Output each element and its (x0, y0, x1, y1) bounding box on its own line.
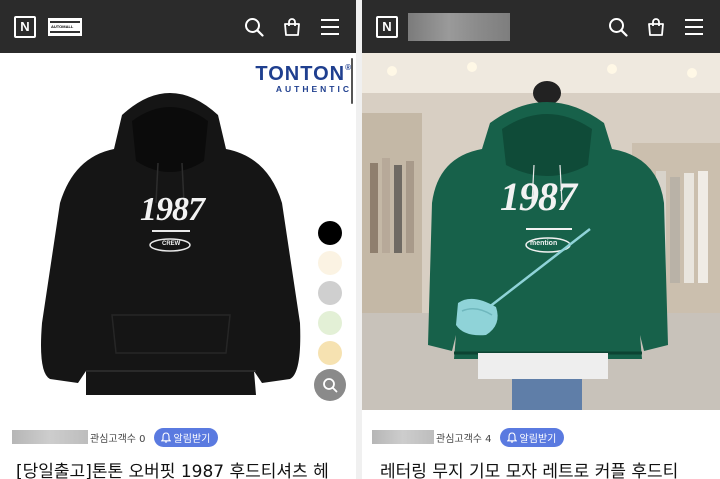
right-product-card[interactable]: N 1987 mention 관심고객수 4 알림받기 레터링 무지 기모 모자… (362, 0, 720, 479)
black-hoodie-image (41, 93, 301, 395)
swatch-cream[interactable] (318, 251, 342, 275)
swatch-gray[interactable] (318, 281, 342, 305)
interest-count: 관심고객수 0 (90, 433, 146, 445)
store-logo-text: AUTOMALL (51, 23, 74, 29)
brand-name: TONTON (255, 63, 346, 85)
right-product-image[interactable]: 1987 mention (362, 53, 720, 410)
zoom-icon (323, 378, 338, 393)
left-product-card[interactable]: N AUTOMALL 1987 CREW TONTON® AUTHENTIC 관… (0, 0, 356, 479)
search-icon[interactable] (608, 17, 628, 37)
right-header: N (362, 0, 720, 53)
header-actions (244, 17, 340, 37)
left-header: N AUTOMALL (0, 0, 356, 53)
brand-logo: TONTON® AUTHENTIC (255, 63, 352, 94)
scrollbar[interactable] (351, 58, 353, 104)
notify-label: 알림받기 (173, 433, 211, 445)
interest-count: 관심고객수 4 (436, 433, 492, 445)
color-swatches (318, 221, 342, 371)
naver-logo[interactable]: N (376, 15, 398, 38)
right-graphic-tag: mention (530, 240, 558, 247)
left-meta-row: 관심고객수 0 알림받기 (12, 427, 219, 447)
right-meta-row: 관심고객수 4 알림받기 (372, 427, 565, 447)
search-icon[interactable] (244, 17, 264, 37)
bell-icon (506, 431, 517, 443)
naver-logo[interactable]: N (14, 15, 36, 38)
zoom-button[interactable] (314, 369, 346, 401)
green-hoodie-photo (362, 53, 720, 410)
bag-icon[interactable] (646, 17, 666, 37)
product-title[interactable]: 레터링 무지 기모 모자 레트로 커플 후드티 (380, 457, 678, 479)
screen: N AUTOMALL 1987 CREW TONTON® AUTHENTIC 관… (0, 0, 720, 479)
notify-button[interactable]: 알림받기 (499, 427, 565, 447)
menu-icon[interactable] (684, 18, 704, 36)
left-graphic-number: 1987 (140, 191, 205, 228)
store-logo[interactable]: AUTOMALL (48, 17, 82, 36)
seller-name-blurred (372, 430, 434, 444)
menu-icon[interactable] (320, 18, 340, 36)
header-actions (608, 17, 704, 37)
notify-button[interactable]: 알림받기 (153, 427, 219, 447)
left-graphic-tag: CREW (162, 241, 181, 247)
store-logo-blurred[interactable] (408, 12, 510, 41)
swatch-butter[interactable] (318, 341, 342, 365)
notify-label: 알림받기 (519, 433, 557, 445)
swatch-black[interactable] (318, 221, 342, 245)
bell-icon (160, 431, 171, 443)
right-graphic-number: 1987 (500, 174, 577, 219)
product-title[interactable]: [당일출고]톤톤 오버핏 1987 후드티셔츠 헤 (16, 457, 329, 479)
bag-icon[interactable] (282, 17, 302, 37)
seller-name-blurred (12, 430, 88, 444)
left-product-image[interactable]: 1987 CREW TONTON® AUTHENTIC (0, 53, 356, 410)
swatch-mint[interactable] (318, 311, 342, 335)
